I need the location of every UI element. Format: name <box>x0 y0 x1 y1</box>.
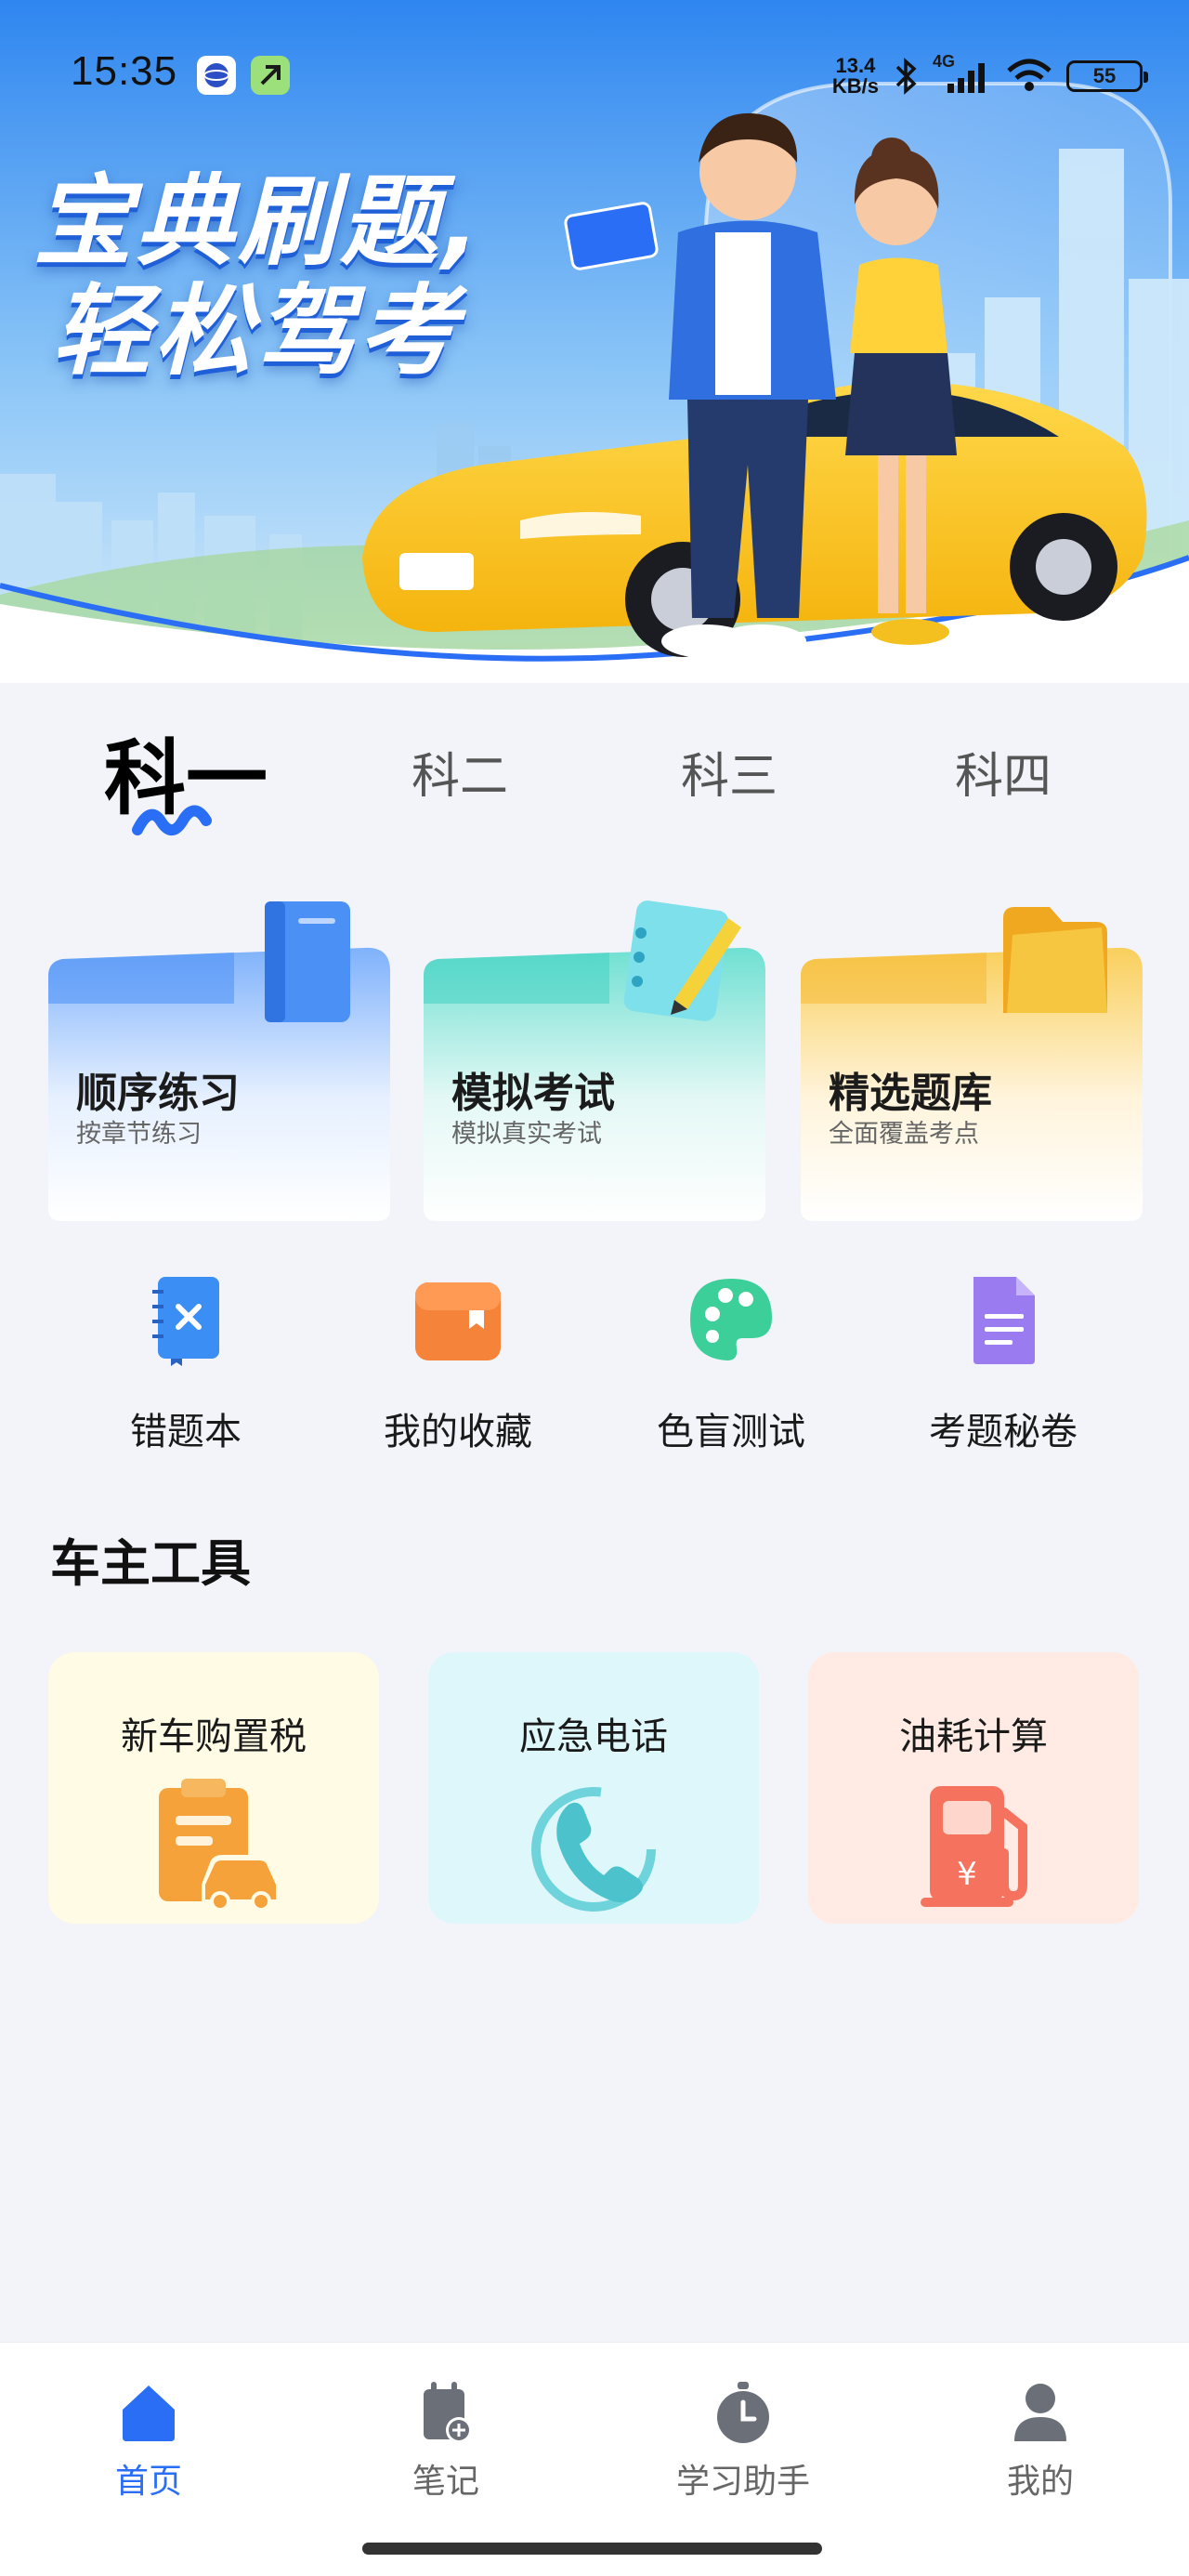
home-icon <box>123 2385 175 2441</box>
bluetooth-icon <box>895 58 917 95</box>
document-icon <box>973 1277 1035 1364</box>
notification-app-icon <box>197 56 236 95</box>
network-speed: 13.4 KB/s <box>831 54 879 98</box>
tool-title: 油耗计算 <box>899 1715 1048 1758</box>
status-bar: 15:35 13.4 KB/s 4G 55 <box>0 0 1189 149</box>
fuel-consumption-tool[interactable]: 油耗计算 ¥ <box>808 1652 1139 1924</box>
palette-icon <box>690 1279 772 1360</box>
wifi-icon <box>1007 59 1052 91</box>
battery-icon: 55 <box>1066 60 1148 92</box>
folder-icon <box>1003 907 1107 1013</box>
nav-label: 学习助手 <box>675 2463 810 2501</box>
nav-label: 首页 <box>114 2463 182 2501</box>
purchase-tax-tool[interactable]: 新车购置税 <box>48 1652 379 1924</box>
card-title: 顺序练习 <box>76 1070 240 1117</box>
status-indicators: 13.4 KB/s 4G 55 <box>831 50 1148 102</box>
active-tab-indicator <box>132 805 212 835</box>
phone-icon <box>531 1787 656 1912</box>
card-subtitle: 全面覆盖考点 <box>829 1120 979 1149</box>
bottom-navigation: 首页 笔记 学习助手 我的 <box>0 2342 1189 2576</box>
book-icon <box>265 901 350 1022</box>
home-gesture-bar[interactable] <box>362 2543 822 2555</box>
svg-text:¥: ¥ <box>957 1856 977 1893</box>
cellular-signal-icon: 4G <box>933 52 992 97</box>
notes-icon <box>424 2382 472 2443</box>
selected-questions-card[interactable]: 精选题库 全面覆盖考点 <box>801 907 1143 1221</box>
card-title: 模拟考试 <box>451 1070 615 1117</box>
nav-profile[interactable]: 我的 <box>892 2380 1189 2510</box>
quick-entry-label: 我的收藏 <box>384 1411 532 1453</box>
hero-banner[interactable]: 15:35 13.4 KB/s 4G 55 宝典刷题, 轻松驾考 <box>0 0 1189 683</box>
notebook-pencil-icon <box>623 900 741 1021</box>
card-title: 精选题库 <box>829 1070 992 1117</box>
nav-study-assistant[interactable]: 学习助手 <box>594 2380 892 2510</box>
quick-entry-label: 考题秘卷 <box>929 1411 1078 1453</box>
tab-subject-4[interactable]: 科四 <box>855 716 1152 827</box>
color-blind-test-entry[interactable]: 色盲测试 <box>596 1273 866 1459</box>
quick-entry-label: 错题本 <box>130 1411 242 1453</box>
tab-subject-2[interactable]: 科二 <box>311 716 608 827</box>
tools-section-title: 车主工具 <box>50 1534 251 1593</box>
subject-tabs: 科一 科二 科三 科四 <box>0 716 1189 835</box>
notification-app-icon <box>251 56 290 95</box>
exam-secrets-entry[interactable]: 考题秘卷 <box>869 1273 1138 1459</box>
card-subtitle: 模拟真实考试 <box>451 1120 602 1149</box>
tool-title: 新车购置税 <box>121 1715 307 1758</box>
favorites-entry[interactable]: 我的收藏 <box>323 1273 593 1459</box>
nav-label: 我的 <box>1006 2463 1074 2501</box>
sequential-practice-card[interactable]: 顺序练习 按章节练习 <box>48 901 390 1221</box>
profile-icon <box>1014 2384 1066 2441</box>
timer-icon <box>717 2382 769 2443</box>
fuel-pump-icon: ¥ <box>921 1786 1027 1907</box>
tool-title: 应急电话 <box>519 1715 668 1758</box>
wrong-answers-entry[interactable]: 错题本 <box>51 1273 320 1459</box>
mock-exam-card[interactable]: 模拟考试 模拟真实考试 <box>424 900 765 1221</box>
nav-home[interactable]: 首页 <box>0 2380 297 2510</box>
favorites-box-icon <box>415 1282 501 1360</box>
wrong-notebook-icon <box>152 1277 219 1366</box>
tab-subject-3[interactable]: 科三 <box>581 716 878 827</box>
card-subtitle: 按章节练习 <box>76 1120 202 1149</box>
nav-label: 笔记 <box>412 2463 479 2501</box>
nav-notes[interactable]: 笔记 <box>297 2380 594 2510</box>
status-time: 15:35 <box>71 48 178 94</box>
quick-entry-label: 色盲测试 <box>657 1411 805 1453</box>
emergency-call-tool[interactable]: 应急电话 <box>428 1652 759 1924</box>
car-tax-icon <box>159 1779 280 1912</box>
hero-slogan: 宝典刷题, 轻松驾考 <box>33 164 484 388</box>
